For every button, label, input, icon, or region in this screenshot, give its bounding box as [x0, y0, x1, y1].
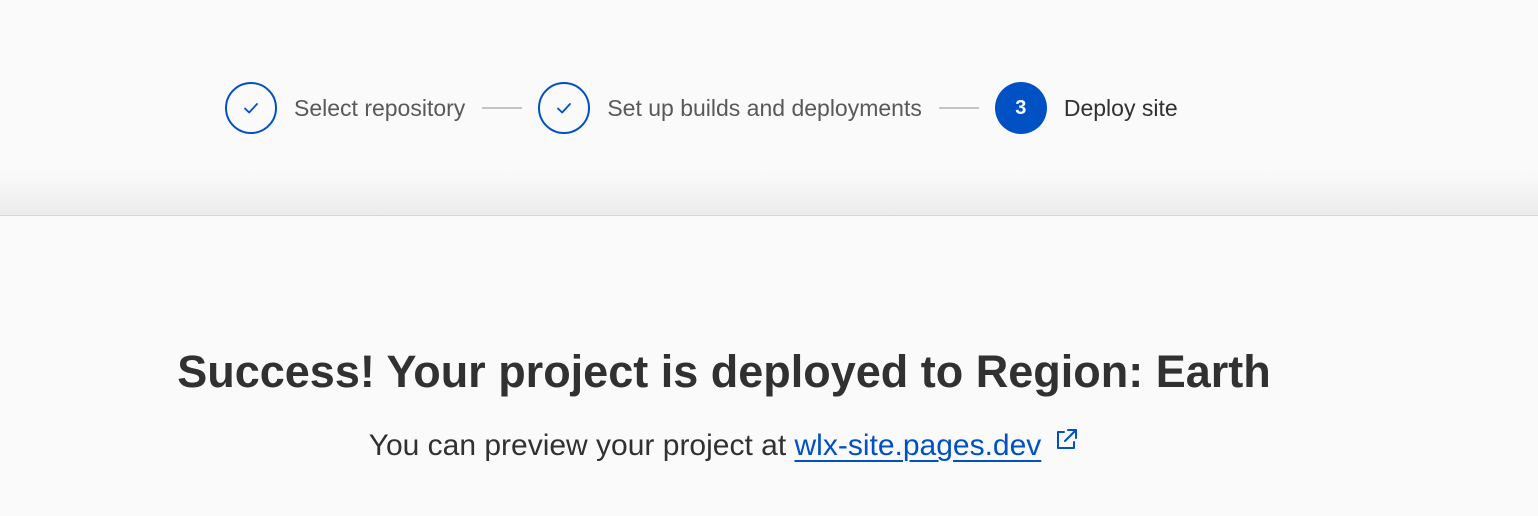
preview-link[interactable]: wlx-site.pages.dev — [795, 429, 1042, 462]
preview-prefix-text: You can preview your project at — [368, 429, 795, 462]
step-select-repository: Select repository — [225, 82, 465, 134]
success-title: Success! Your project is deployed to Reg… — [177, 346, 1271, 397]
check-icon — [244, 103, 258, 114]
step-connector — [482, 107, 523, 109]
step-complete-indicator — [538, 82, 591, 134]
progress-header: Select repository Set up builds and depl… — [0, 0, 1538, 216]
external-link-icon[interactable] — [1053, 427, 1079, 453]
step-deploy-site: 3 Deploy site — [994, 82, 1178, 134]
stepper: Select repository Set up builds and depl… — [225, 82, 1178, 134]
step-number-indicator: 3 — [994, 82, 1047, 134]
step-label: Set up builds and deployments — [607, 94, 922, 121]
step-complete-indicator — [225, 82, 277, 134]
main-content: Success! Your project is deployed to Reg… — [0, 216, 1538, 516]
preview-message: You can preview your project at wlx-site… — [0, 427, 1448, 463]
step-connector — [938, 107, 979, 109]
step-label: Select repository — [294, 94, 466, 121]
step-builds-deployments: Set up builds and deployments — [538, 82, 922, 134]
check-icon — [557, 103, 572, 114]
step-label: Deploy site — [1063, 94, 1178, 121]
